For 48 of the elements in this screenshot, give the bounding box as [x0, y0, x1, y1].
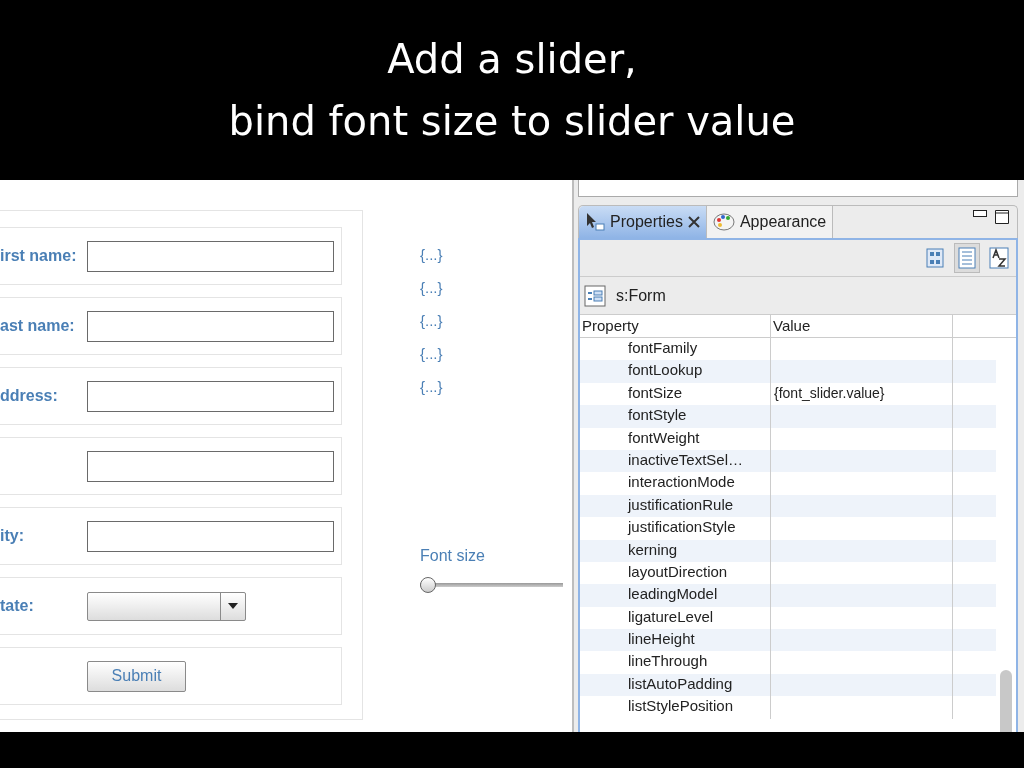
binding-marker[interactable]: {...} — [420, 343, 563, 364]
close-icon — [687, 216, 700, 228]
binding-marker[interactable]: {...} — [420, 277, 563, 298]
binding-marker[interactable]: {...} — [420, 376, 563, 397]
property-name: kerning — [580, 539, 771, 562]
property-name: justificationStyle — [580, 517, 771, 540]
field-label: ast name: — [0, 317, 76, 335]
text-field[interactable] — [87, 520, 334, 552]
sort-icon — [989, 247, 1009, 269]
component-name: s:Form — [616, 286, 666, 305]
text-field[interactable] — [87, 310, 334, 342]
property-name: interactionMode — [580, 472, 771, 495]
column-header[interactable]: Value — [771, 315, 953, 337]
binding-marker[interactable]: {...} — [420, 310, 563, 331]
text-field[interactable] — [87, 450, 334, 482]
slide-title: Add a slider, — [387, 35, 637, 84]
tab-label: Appearance — [739, 213, 827, 231]
property-name: listStylePosition — [580, 696, 771, 719]
slide-title: bind font size to slider value — [228, 97, 796, 146]
pointer-icon — [585, 212, 605, 232]
maximize-icon — [995, 210, 1009, 224]
view-tab[interactable]: Appearance — [706, 206, 834, 238]
text-field[interactable] — [87, 380, 334, 412]
property-name: fontLookup — [580, 360, 771, 383]
scrollbar-thumb[interactable] — [1000, 670, 1012, 732]
property-name: fontStyle — [580, 405, 771, 428]
slider-label: Font size — [420, 547, 486, 565]
property-name: fontWeight — [580, 427, 771, 450]
palette-icon — [712, 213, 735, 231]
field-label: ity: — [0, 527, 25, 545]
property-name: leadingModel — [580, 584, 771, 607]
field-label: tate: — [0, 597, 35, 615]
binding-marker[interactable]: {...} — [420, 244, 563, 265]
tab-label: Properties — [610, 213, 683, 231]
field-label: irst name: — [0, 247, 78, 265]
list-icon — [958, 247, 976, 269]
view-tab[interactable]: Properties — [579, 206, 707, 238]
submit-button[interactable]: Submit — [87, 660, 186, 692]
slider-thumb[interactable] — [420, 577, 436, 593]
grid-icon — [926, 248, 944, 268]
form-icon — [584, 284, 606, 307]
column-header[interactable]: Property — [580, 315, 771, 337]
dropdown[interactable] — [87, 591, 246, 621]
property-name: lineThrough — [580, 651, 771, 674]
caret-icon — [228, 603, 238, 609]
field-label: ddress: — [0, 387, 59, 405]
text-field[interactable] — [87, 240, 334, 272]
minimize-icon — [973, 210, 987, 217]
